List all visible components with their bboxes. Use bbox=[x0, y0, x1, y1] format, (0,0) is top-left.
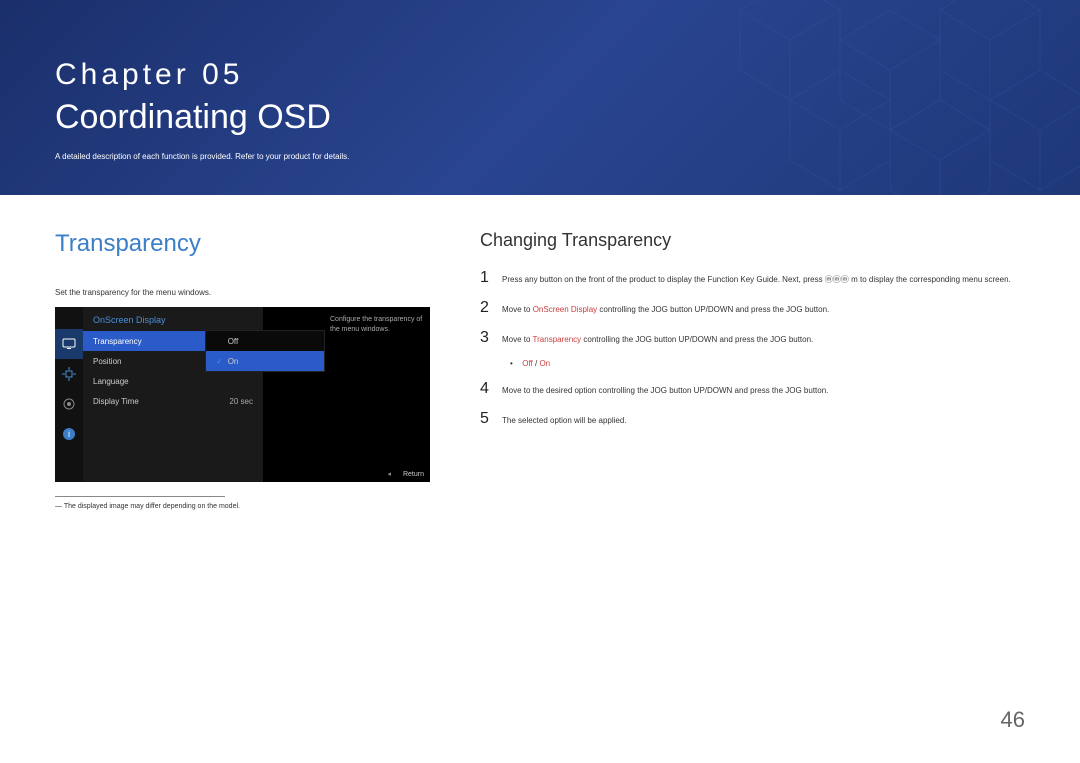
osd-nav-settings-icon bbox=[55, 389, 83, 419]
svg-text:i: i bbox=[68, 429, 70, 439]
step-number: 3 bbox=[480, 329, 502, 347]
osd-sidebar: i bbox=[55, 307, 83, 482]
osd-nav-info-icon: i bbox=[55, 419, 83, 449]
osd-submenu-on: ✓ On bbox=[206, 351, 324, 371]
right-column: Changing Transparency 1 Press any button… bbox=[480, 230, 1025, 510]
osd-return-label: Return bbox=[387, 470, 424, 478]
options-bullet: • Off / On bbox=[510, 359, 1025, 368]
left-column: Transparency Set the transparency for th… bbox=[55, 230, 435, 510]
step-1: 1 Press any button on the front of the p… bbox=[480, 269, 1025, 287]
osd-row-language: Language bbox=[83, 371, 263, 391]
osd-caption: Configure the transparency of the menu w… bbox=[330, 315, 425, 335]
step-number: 2 bbox=[480, 299, 502, 317]
step-number: 4 bbox=[480, 380, 502, 398]
osd-nav-position-icon bbox=[55, 359, 83, 389]
osd-submenu-label: On bbox=[228, 357, 239, 366]
steps-list: 1 Press any button on the front of the p… bbox=[480, 269, 1025, 347]
step-text: Move to Transparency controlling the JOG… bbox=[502, 334, 1025, 345]
chapter-subtext: A detailed description of each function … bbox=[55, 152, 349, 161]
option-on: On bbox=[539, 359, 550, 368]
chapter-label: Chapter 05 bbox=[55, 58, 243, 92]
step-text: Move to OnScreen Display controlling the… bbox=[502, 304, 1025, 315]
osd-row-label: Language bbox=[93, 377, 253, 386]
osd-row-value: 20 sec bbox=[229, 397, 253, 406]
step-4: 4 Move to the desired option controlling… bbox=[480, 380, 1025, 398]
cube-pattern-decor bbox=[680, 0, 1080, 195]
steps-list-2: 4 Move to the desired option controlling… bbox=[480, 380, 1025, 428]
heading-changing-transparency: Changing Transparency bbox=[480, 230, 1025, 251]
chapter-title: Coordinating OSD bbox=[55, 98, 331, 137]
step-number: 5 bbox=[480, 410, 502, 428]
option-off: Off bbox=[522, 359, 533, 368]
page-number: 46 bbox=[1001, 707, 1025, 733]
footnote-text: ― The displayed image may differ dependi… bbox=[55, 503, 435, 510]
step-text: The selected option will be applied. bbox=[502, 415, 1025, 426]
step-3: 3 Move to Transparency controlling the J… bbox=[480, 329, 1025, 347]
footnote-rule bbox=[55, 496, 225, 497]
step-text: Move to the desired option controlling t… bbox=[502, 385, 1025, 396]
page-header: Chapter 05 Coordinating OSD A detailed d… bbox=[0, 0, 1080, 195]
section-title-transparency: Transparency bbox=[55, 230, 435, 258]
step-number: 1 bbox=[480, 269, 502, 287]
osd-nav-display-icon bbox=[55, 329, 83, 359]
osd-submenu: ✓ Off ✓ On bbox=[205, 330, 325, 372]
step-2: 2 Move to OnScreen Display controlling t… bbox=[480, 299, 1025, 317]
osd-submenu-label: Off bbox=[228, 337, 239, 346]
osd-screenshot: i OnScreen Display Transparency On Posit… bbox=[55, 307, 430, 482]
osd-submenu-off: ✓ Off bbox=[206, 331, 324, 351]
osd-row-label: Display Time bbox=[93, 397, 229, 406]
step-text: Press any button on the front of the pro… bbox=[502, 274, 1025, 285]
page-content: Transparency Set the transparency for th… bbox=[0, 195, 1080, 510]
osd-row-displaytime: Display Time 20 sec bbox=[83, 391, 263, 411]
osd-panel-title: OnScreen Display bbox=[83, 307, 263, 331]
check-icon: ✓ bbox=[216, 357, 223, 366]
section-description: Set the transparency for the menu window… bbox=[55, 288, 435, 297]
step-5: 5 The selected option will be applied. bbox=[480, 410, 1025, 428]
